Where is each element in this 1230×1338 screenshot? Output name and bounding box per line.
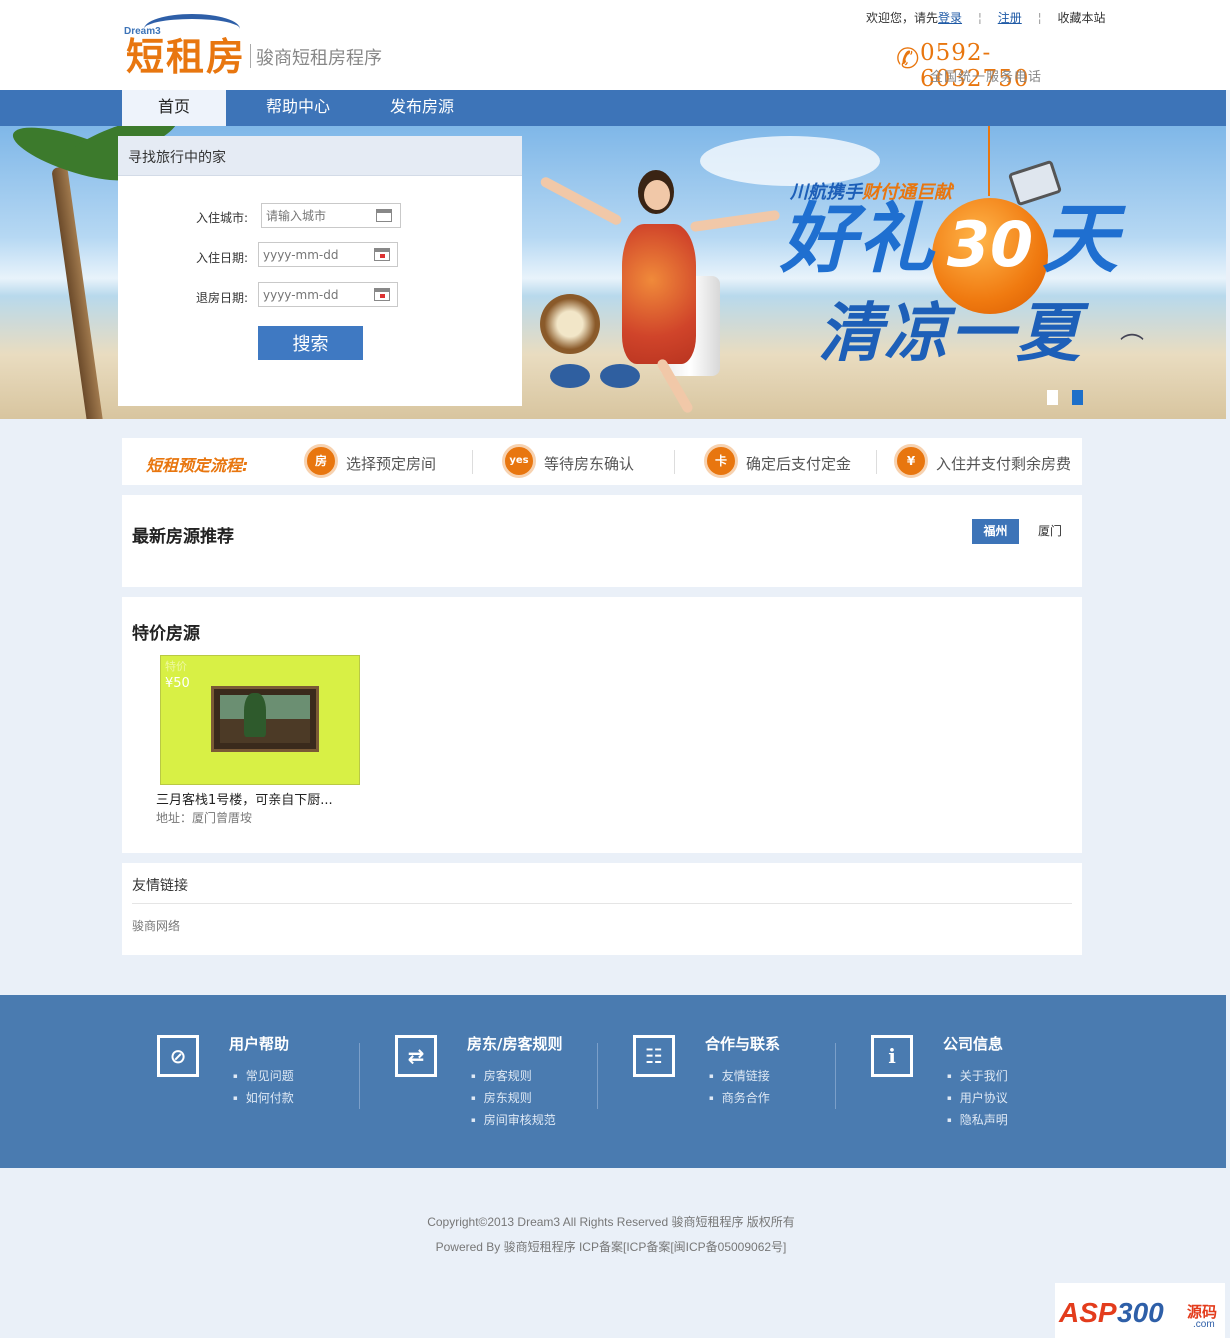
footer-column-title: 房东/房客规则 (467, 1035, 563, 1053)
register-link[interactable]: 注册 (998, 11, 1022, 25)
footer-link[interactable]: 房客规则 (471, 1067, 532, 1084)
checkout-label: 退房日期: (195, 291, 248, 305)
watermark-asp: ASP (1059, 1297, 1117, 1328)
promo-number: 30 (946, 208, 1034, 281)
step-label: 等待房东确认 (544, 455, 635, 473)
footer-link[interactable]: 常见问题 (233, 1067, 294, 1084)
footer-link[interactable]: 如何付款 (233, 1089, 294, 1106)
phone-icon: ✆ (896, 42, 920, 75)
top-links: 欢迎您，请先登录 ¦ 注册 ¦ 收藏本站 (866, 9, 1105, 26)
step-divider (472, 450, 473, 474)
seagull-icon: ⌒ (1120, 332, 1144, 360)
nav-item-home[interactable]: 首页 (122, 90, 226, 126)
friend-links-section: 友情链接 骏商网络 (122, 863, 1082, 955)
copyright-text: Copyright©2013 Dream3 All Rights Reserve… (427, 1215, 795, 1229)
link-separator: ¦ (977, 11, 982, 25)
footer-link[interactable]: 友情链接 (709, 1067, 770, 1084)
info-icon: i (871, 1035, 913, 1077)
confirm-icon: yes (502, 444, 536, 478)
compass-icon: ⊘ (157, 1035, 199, 1077)
footer-divider (597, 1043, 598, 1109)
listing-address: 地址：厦门曾厝垵 (156, 811, 253, 825)
logo-subtitle: 骏商短租房程序 (256, 48, 382, 69)
main-nav: 首页 帮助中心 发布房源 (0, 90, 1226, 126)
hang-line-decoration (988, 126, 990, 196)
login-link[interactable]: 登录 (938, 11, 962, 25)
footer-divider (835, 1043, 836, 1109)
listing-price: ¥50 (165, 676, 190, 691)
booking-process-bar: 短租预定流程: 房 选择预定房间 yes 等待房东确认 卡 确定后支付定金 ¥ … (122, 438, 1082, 485)
phone-description: 全国统一服务电话 (930, 70, 1043, 85)
footer-link[interactable]: 商务合作 (709, 1089, 770, 1106)
people-icon: ☷ (633, 1035, 675, 1077)
nav-item-help[interactable]: 帮助中心 (258, 90, 338, 126)
step-divider (674, 450, 675, 474)
footer-link[interactable]: 房间审核规范 (471, 1111, 556, 1128)
footer-column-title: 用户帮助 (229, 1035, 290, 1053)
slide-indicator-1[interactable] (1047, 390, 1058, 405)
city-tab-xiamen[interactable]: 厦门 (1032, 519, 1068, 544)
special-offers-section: 特价房源 特价 ¥50 三月客栈1号楼，可亲自下厨... 地址：厦门曾厝垵 (122, 597, 1082, 853)
nav-item-publish[interactable]: 发布房源 (382, 90, 462, 126)
room-icon: 房 (304, 444, 338, 478)
watermark-logo: ASP 300 源码 .com (1055, 1283, 1225, 1338)
promo-subheadline: 清凉一夏 (818, 297, 1082, 371)
footer-column-company: i 公司信息 关于我们 用户协议 隐私声明 (871, 1033, 1109, 1143)
footer-link[interactable]: 关于我们 (947, 1067, 1008, 1084)
listing-photo[interactable]: 特价 ¥50 (160, 655, 360, 785)
listing-name[interactable]: 三月客栈1号楼，可亲自下厨... (156, 789, 333, 808)
step-label: 选择预定房间 (346, 455, 437, 473)
city-picker-icon[interactable] (376, 209, 392, 222)
footer-divider (359, 1043, 360, 1109)
footer-link[interactable]: 隐私声明 (947, 1111, 1008, 1128)
watermark-com: .com (1193, 1319, 1215, 1330)
step-divider (876, 450, 877, 474)
bookmark-link[interactable]: 收藏本站 (1057, 11, 1105, 25)
latest-listings-title: 最新房源推荐 (132, 527, 234, 547)
city-tab-fuzhou[interactable]: 福州 (972, 519, 1019, 544)
site-logo[interactable]: Dream3 短租房 骏商短租房程序 (122, 12, 402, 79)
search-panel-title: 寻找旅行中的家 (128, 150, 226, 166)
search-panel-header: 寻找旅行中的家 (118, 136, 522, 176)
logo-divider (250, 44, 251, 68)
palm-tree-decoration (51, 166, 105, 419)
model-figure (538, 156, 781, 415)
checkin-label: 入住日期: (195, 251, 248, 265)
slide-indicator-2[interactable] (1072, 390, 1083, 405)
listing-tag: 特价 (165, 660, 187, 673)
logo-main-text: 短租房 (126, 35, 247, 79)
process-title: 短租预定流程: (146, 456, 249, 475)
card-icon: 卡 (704, 444, 738, 478)
link-separator: ¦ (1037, 11, 1042, 25)
footer-column-title: 合作与联系 (705, 1035, 781, 1053)
site-header: Dream3 短租房 骏商短租房程序 欢迎您，请先登录 ¦ 注册 ¦ 收藏本站 … (0, 0, 1230, 92)
friend-link-item[interactable]: 骏商网络 (132, 917, 180, 934)
exchange-icon: ⇄ (395, 1035, 437, 1077)
welcome-text: 欢迎您，请先 (866, 11, 939, 25)
city-label: 入住城市: (195, 211, 248, 225)
special-offers-title: 特价房源 (132, 624, 200, 644)
calendar-icon[interactable] (374, 248, 390, 261)
divider (132, 903, 1072, 904)
step-label: 确定后支付定金 (746, 455, 852, 473)
friend-links-title: 友情链接 (132, 878, 188, 894)
latest-listings-section: 最新房源推荐 福州 厦门 (122, 495, 1082, 587)
watermark-number: 300 (1117, 1297, 1164, 1328)
footer-link[interactable]: 用户协议 (947, 1089, 1008, 1106)
painting-image (211, 686, 319, 752)
service-phone: ✆ 0592-6032750 全国统一服务电话 (896, 40, 1096, 92)
yen-icon: ¥ (894, 444, 928, 478)
coconut-decoration (540, 294, 600, 354)
step-label: 入住并支付剩余房费 (936, 455, 1072, 473)
footer-link[interactable]: 房东规则 (471, 1089, 532, 1106)
footer-column-title: 公司信息 (943, 1035, 1004, 1053)
site-footer: ⊘ 用户帮助 常见问题 如何付款 ⇄ 房东/房客规则 房客规则 房东规则 房间审… (0, 995, 1226, 1168)
search-panel: 寻找旅行中的家 入住城市: 入住日期: 退房日期: 搜索 (118, 136, 522, 406)
search-button[interactable]: 搜索 (258, 326, 363, 360)
calendar-icon[interactable] (374, 288, 390, 301)
powered-by-text: Powered By 骏商短租程序 ICP备案[ICP备案[闽ICP备05009… (435, 1240, 787, 1254)
